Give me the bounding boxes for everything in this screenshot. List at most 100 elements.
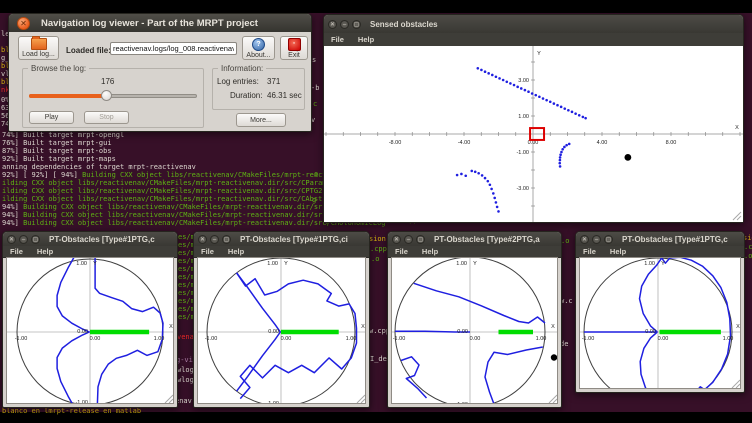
minimize-icon[interactable]: – (210, 235, 219, 244)
terminal-fragment: .o (371, 255, 379, 263)
menu-help[interactable]: Help (221, 247, 251, 256)
pt-plot-area[interactable]: YX1.00-1.000.001.000.00-1.00 (6, 257, 174, 404)
svg-text:1.00: 1.00 (346, 336, 357, 342)
svg-text:0.00: 0.00 (281, 336, 292, 342)
duration-value: 46.31 sec (267, 91, 302, 100)
maximize-icon[interactable]: ▢ (352, 20, 361, 29)
close-icon[interactable]: ✕ (328, 20, 337, 29)
menu-file[interactable]: File (388, 247, 415, 256)
terminal-fragment: .cpp (744, 243, 752, 251)
pt-titlebar[interactable]: ✕–▢PT-Obstacles [Type#1PTG,c (3, 232, 177, 246)
about-button[interactable]: ? About... (242, 36, 275, 60)
sensed-titlebar[interactable]: ✕ – ▢ Sensed obstacles (324, 15, 743, 33)
svg-text:0.00: 0.00 (90, 336, 101, 342)
load-log-button[interactable]: Load log... (18, 36, 59, 60)
tp-obstacle-curve (640, 258, 731, 389)
svg-text:0.00: 0.00 (457, 329, 468, 335)
svg-text:Y: Y (284, 261, 288, 267)
svg-text:-1.00: -1.00 (455, 402, 468, 404)
maximize-icon[interactable]: ▢ (416, 235, 425, 244)
pt-obstacles-chart: YX1.00-1.000.001.000.00-1.00 (7, 258, 174, 404)
svg-text:4.00: 4.00 (597, 140, 608, 146)
play-button[interactable]: Play (29, 111, 74, 124)
close-icon[interactable]: ✕ (17, 17, 30, 30)
menu-file[interactable]: File (194, 247, 221, 256)
maximize-icon[interactable]: ▢ (222, 235, 231, 244)
information-label: Information: (218, 64, 266, 73)
log-entries-value: 371 (267, 77, 280, 86)
svg-text:1.00: 1.00 (76, 261, 87, 267)
terminal-line: anning dependencies of target mrpt-react… (2, 163, 196, 171)
pt-plot-area[interactable]: YX1.00-1.000.001.000.00-1.00 (579, 257, 741, 389)
loaded-file-input[interactable] (110, 42, 237, 55)
sensed-obstacles-window: ✕ – ▢ Sensed obstacles File Help -8.00-4… (323, 14, 744, 223)
svg-text:Y: Y (537, 51, 541, 57)
navlog-titlebar[interactable]: ✕ Navigation log viewer - Part of the MR… (9, 14, 311, 32)
terminal-line: 92%] [ 92%] [ 94%] Building CXX object l… (2, 171, 360, 179)
window-title: PT-Obstacles [Type#1PTG,c (622, 235, 728, 244)
terminal-line: 92%] Built target mrpt-maps (2, 155, 116, 163)
svg-text:0.00: 0.00 (268, 329, 279, 335)
log-entries-label: Log entries: (217, 77, 259, 86)
maximize-icon[interactable]: ▢ (31, 235, 40, 244)
svg-text:-1.00: -1.00 (15, 336, 28, 342)
svg-text:3.00: 3.00 (518, 78, 529, 84)
exit-label: Exit (288, 52, 300, 59)
svg-text:Y: Y (473, 261, 477, 267)
pt-plot-area[interactable]: YX1.00-1.000.001.000.00-1.00 (197, 257, 366, 404)
terminal-line: 94%] Building CXX object libs/reactivena… (2, 203, 377, 211)
svg-text:1.00: 1.00 (644, 261, 655, 267)
terminal-line: blanco en lmrpt-release en matlab (2, 407, 141, 415)
terminal-fragment: wlog (177, 366, 194, 374)
svg-text:0.00: 0.00 (77, 329, 88, 335)
close-icon[interactable]: ✕ (392, 235, 401, 244)
landmark-dot (624, 154, 631, 161)
menu-help[interactable]: Help (415, 247, 445, 256)
svg-text:0.00: 0.00 (470, 336, 481, 342)
terminal-line: 74%] Built target mrpt-opengl (2, 131, 124, 139)
pt-titlebar[interactable]: ✕–▢PT-Obstacles [Type#2PTG,a (388, 232, 561, 246)
pt-titlebar[interactable]: ✕–▢ PT-Obstacles [Type#1PTG,c (576, 232, 744, 246)
stop-button[interactable]: Stop (84, 111, 129, 124)
pt-plot-area[interactable]: YX1.00-1.000.001.000.00-1.00 (391, 257, 558, 404)
svg-text:0.00: 0.00 (645, 329, 656, 335)
more-button[interactable]: More... (236, 113, 286, 127)
terminal-fragment: -b (311, 84, 319, 92)
menu-file[interactable]: File (576, 247, 603, 256)
menu-help[interactable]: Help (351, 35, 381, 44)
maximize-icon[interactable]: ▢ (604, 235, 613, 244)
terminal-fragment: .cpp (370, 245, 387, 253)
minimize-icon[interactable]: – (19, 235, 28, 244)
pt-obstacles-chart: YX1.00-1.000.001.000.00-1.00 (580, 258, 741, 389)
svg-text:-3.00: -3.00 (516, 186, 529, 192)
minimize-icon[interactable]: – (404, 235, 413, 244)
close-icon[interactable]: ✕ (7, 235, 16, 244)
sensed-menubar: File Help (324, 33, 743, 47)
menu-file[interactable]: File (3, 247, 30, 256)
terminal-line: 76%] Built target mrpt-gui (2, 139, 112, 147)
close-icon[interactable]: ✕ (198, 235, 207, 244)
minimize-icon[interactable]: – (340, 20, 349, 29)
tp-obstacle-curve (414, 283, 545, 323)
menu-file[interactable]: File (324, 35, 351, 44)
terminal-fragment: wlog (177, 376, 194, 384)
svg-text:-1.00: -1.00 (266, 401, 279, 404)
pt-obstacles-chart: YX1.00-1.000.001.000.00-1.00 (198, 258, 366, 404)
folder-icon (31, 38, 47, 50)
slider-handle[interactable] (101, 90, 112, 101)
loaded-file-label: Loaded file: (66, 46, 111, 55)
exit-button[interactable]: ◦ Exit (280, 36, 308, 60)
svg-text:-1.00: -1.00 (205, 336, 218, 342)
sensed-plot-area[interactable]: -8.00-4.000.004.008.003.001.00-1.00-3.00… (324, 46, 743, 222)
pt-titlebar[interactable]: ✕–▢PT-Obstacles [Type#1PTG,ci (194, 232, 369, 246)
svg-text:Y: Y (93, 261, 97, 267)
close-icon[interactable]: ✕ (580, 235, 589, 244)
menu-help[interactable]: Help (30, 247, 60, 256)
menu-help[interactable]: Help (603, 247, 633, 256)
terminal-line: ilding CXX object libs/reactivenav/CMake… (2, 187, 348, 195)
tp-obstacle-curve (237, 273, 357, 399)
svg-text:1.00: 1.00 (723, 336, 734, 342)
minimize-icon[interactable]: – (592, 235, 601, 244)
terminal-fragment: .o (744, 252, 752, 260)
pt-obstacles-window-2: ✕–▢PT-Obstacles [Type#1PTG,ciFileHelpYX1… (193, 231, 370, 408)
